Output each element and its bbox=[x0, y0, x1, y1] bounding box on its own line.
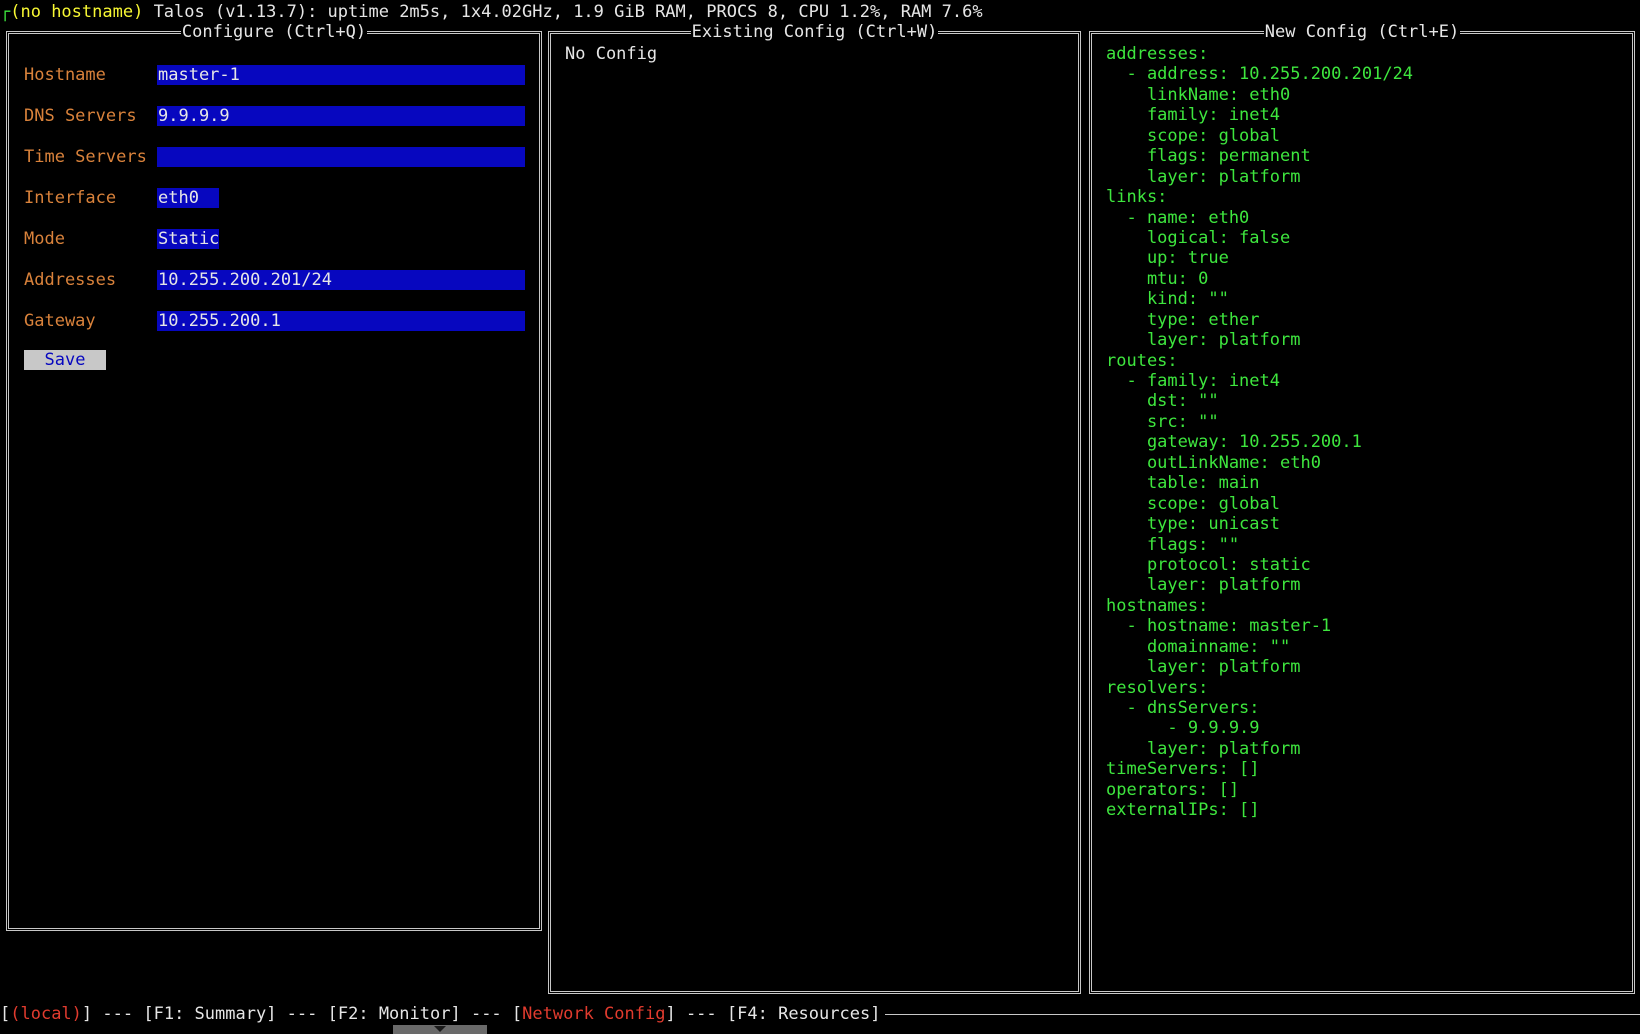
configure-panel-title[interactable]: Configure (Ctrl+Q) bbox=[180, 22, 368, 42]
new-config-panel[interactable]: New Config (Ctrl+E) addresses: - address… bbox=[1089, 22, 1635, 994]
yaml-line: links: bbox=[1106, 187, 1168, 208]
tab-monitor[interactable]: F2: Monitor bbox=[338, 1004, 451, 1024]
tab-network-config[interactable]: Network Config bbox=[522, 1004, 665, 1024]
new-config-yaml: addresses: - address: 10.255.200.201/24 … bbox=[1106, 44, 1413, 821]
addresses-input[interactable]: 10.255.200.201/24 bbox=[157, 270, 525, 290]
hostname-label: Hostname bbox=[24, 65, 106, 85]
yaml-line: - dnsServers: bbox=[1106, 698, 1260, 718]
tab-resources[interactable]: F4: Resources bbox=[737, 1004, 870, 1024]
yaml-line: dst: "" bbox=[1106, 391, 1219, 412]
addresses-label: Addresses bbox=[24, 270, 117, 290]
yaml-line: flags: "" bbox=[1106, 534, 1240, 555]
yaml-line: up: true bbox=[1106, 248, 1229, 269]
gateway-input[interactable]: 10.255.200.1 bbox=[157, 311, 525, 331]
yaml-line: - family: inet4 bbox=[1106, 371, 1280, 391]
mode-label: Mode bbox=[24, 229, 65, 249]
existing-config-content: No Config bbox=[565, 44, 658, 64]
yaml-line: - address: 10.255.200.201/24 bbox=[1106, 64, 1414, 85]
yaml-line: layer: platform bbox=[1106, 330, 1301, 351]
existing-config-panel[interactable]: Existing Config (Ctrl+W) No Config bbox=[548, 22, 1081, 994]
yaml-line: routes: bbox=[1106, 350, 1178, 371]
status-header: ┌(no hostname) Talos (v1.13.7): uptime 2… bbox=[0, 2, 983, 23]
yaml-line: kind: "" bbox=[1106, 289, 1229, 310]
configure-panel: Configure (Ctrl+Q) Hostname master-1 DNS… bbox=[6, 22, 542, 931]
header-corner: ┌ bbox=[0, 2, 11, 22]
tab-local[interactable]: (local) bbox=[10, 1004, 82, 1024]
gateway-label: Gateway bbox=[24, 311, 96, 331]
yaml-line: linkName: eth0 bbox=[1106, 84, 1291, 105]
tab-summary[interactable]: F1: Summary bbox=[154, 1004, 267, 1024]
yaml-line: layer: platform bbox=[1106, 657, 1301, 678]
yaml-line: hostnames: bbox=[1106, 595, 1209, 616]
yaml-line: logical: false bbox=[1106, 227, 1291, 248]
yaml-line: timeServers: [] bbox=[1106, 759, 1260, 780]
yaml-line: outLinkName: eth0 bbox=[1106, 452, 1321, 473]
yaml-line: - hostname: master-1 bbox=[1106, 616, 1332, 637]
interface-label: Interface bbox=[24, 188, 117, 208]
hostname-input[interactable]: master-1 bbox=[157, 65, 525, 85]
yaml-line: mtu: 0 bbox=[1106, 268, 1209, 289]
yaml-line: table: main bbox=[1106, 473, 1260, 494]
yaml-line: addresses: bbox=[1106, 44, 1209, 64]
yaml-line: - 9.9.9.9 bbox=[1106, 718, 1260, 739]
yaml-line: type: ether bbox=[1106, 309, 1260, 330]
yaml-line: family: inet4 bbox=[1106, 105, 1280, 126]
yaml-line: protocol: static bbox=[1106, 554, 1311, 575]
yaml-line: operators: [] bbox=[1106, 779, 1240, 800]
yaml-line: type: unicast bbox=[1106, 514, 1280, 535]
yaml-line: - name: eth0 bbox=[1106, 207, 1250, 228]
yaml-line: src: "" bbox=[1106, 411, 1219, 432]
new-config-title[interactable]: New Config (Ctrl+E) bbox=[1263, 22, 1461, 42]
header-hostname: (no hostname) bbox=[10, 2, 144, 22]
yaml-line: resolvers: bbox=[1106, 677, 1209, 698]
time-servers-label: Time Servers bbox=[24, 147, 147, 167]
yaml-line: scope: global bbox=[1106, 493, 1280, 514]
save-button[interactable]: Save bbox=[24, 350, 106, 370]
yaml-line: gateway: 10.255.200.1 bbox=[1106, 432, 1362, 453]
dns-servers-label: DNS Servers bbox=[24, 106, 137, 126]
yaml-line: flags: permanent bbox=[1106, 146, 1311, 167]
interface-select[interactable]: eth0 bbox=[157, 188, 219, 208]
yaml-line: layer: platform bbox=[1106, 575, 1301, 596]
header-status: Talos (v1.13.7): uptime 2m5s, 1x4.02GHz,… bbox=[153, 2, 983, 22]
chevron-down-icon bbox=[434, 1026, 446, 1032]
time-servers-input[interactable] bbox=[157, 147, 525, 167]
existing-config-title[interactable]: Existing Config (Ctrl+W) bbox=[690, 22, 939, 42]
mode-select[interactable]: Static bbox=[157, 229, 219, 249]
yaml-line: externalIPs: [] bbox=[1106, 800, 1260, 821]
yaml-line: layer: platform bbox=[1106, 738, 1301, 759]
dns-servers-input[interactable]: 9.9.9.9 bbox=[157, 106, 525, 126]
yaml-line: domainname: "" bbox=[1106, 636, 1291, 657]
footer-divider bbox=[885, 1014, 1640, 1015]
footer-tabs: [(local)] --- [F1: Summary] --- [F2: Mon… bbox=[0, 1004, 881, 1024]
yaml-line: scope: global bbox=[1106, 125, 1280, 146]
yaml-line: layer: platform bbox=[1106, 166, 1301, 187]
